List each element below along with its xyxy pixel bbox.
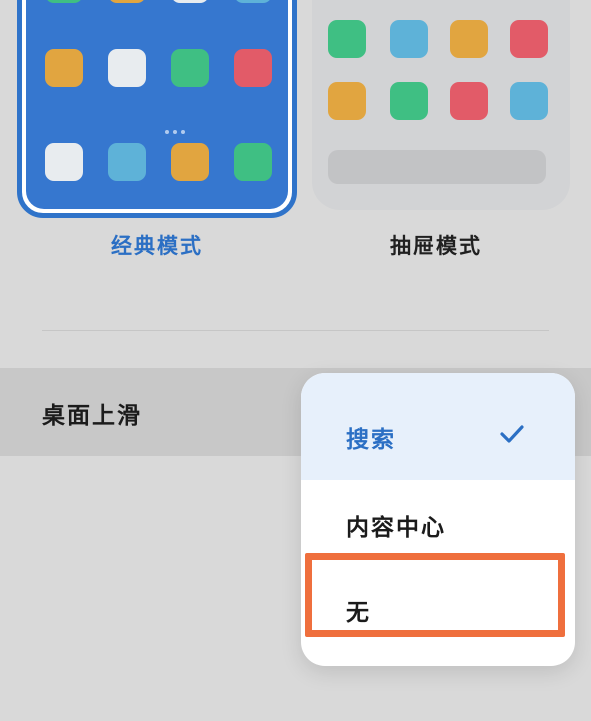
drawer-mode-label[interactable]: 抽屉模式 [390,230,482,260]
highlight-annotation-box [305,553,565,637]
divider [42,330,549,331]
app-tile-icon [108,49,146,87]
app-tile-icon [171,143,209,181]
checkmark-icon [500,425,524,443]
app-tile-icon [328,82,366,120]
app-tile-icon [108,0,146,3]
app-tile-icon [450,82,488,120]
app-tile-icon [108,143,146,181]
option-search[interactable]: 搜索 [301,373,575,480]
swipe-up-setting-label: 桌面上滑 [42,403,142,429]
option-content-center[interactable]: 内容中心 [301,480,575,560]
app-tile-icon [171,0,209,3]
app-tile-icon [450,20,488,58]
classic-mode-label[interactable]: 经典模式 [111,230,203,260]
app-tile-icon [45,143,83,181]
option-search-label: 搜索 [346,427,396,453]
drawer-search-bar-placeholder [328,150,546,184]
app-tile-icon [234,143,272,181]
drawer-mode-preview[interactable] [312,0,570,210]
classic-preview-screen [26,0,288,209]
app-tile-icon [234,49,272,87]
app-tile-icon [510,82,548,120]
app-tile-icon [390,82,428,120]
app-tile-icon [390,20,428,58]
app-tile-icon [45,49,83,87]
app-tile-icon [328,20,366,58]
launcher-settings-page: 经典模式 抽屉模式 桌面上滑 搜索 内容中心 无 [0,0,591,721]
app-tile-icon [234,0,272,3]
app-tile-icon [510,20,548,58]
option-content-center-label: 内容中心 [346,515,446,541]
app-tile-icon [171,49,209,87]
page-indicator-dots [165,119,189,138]
app-tile-icon [45,0,83,3]
classic-mode-preview[interactable] [17,0,297,218]
